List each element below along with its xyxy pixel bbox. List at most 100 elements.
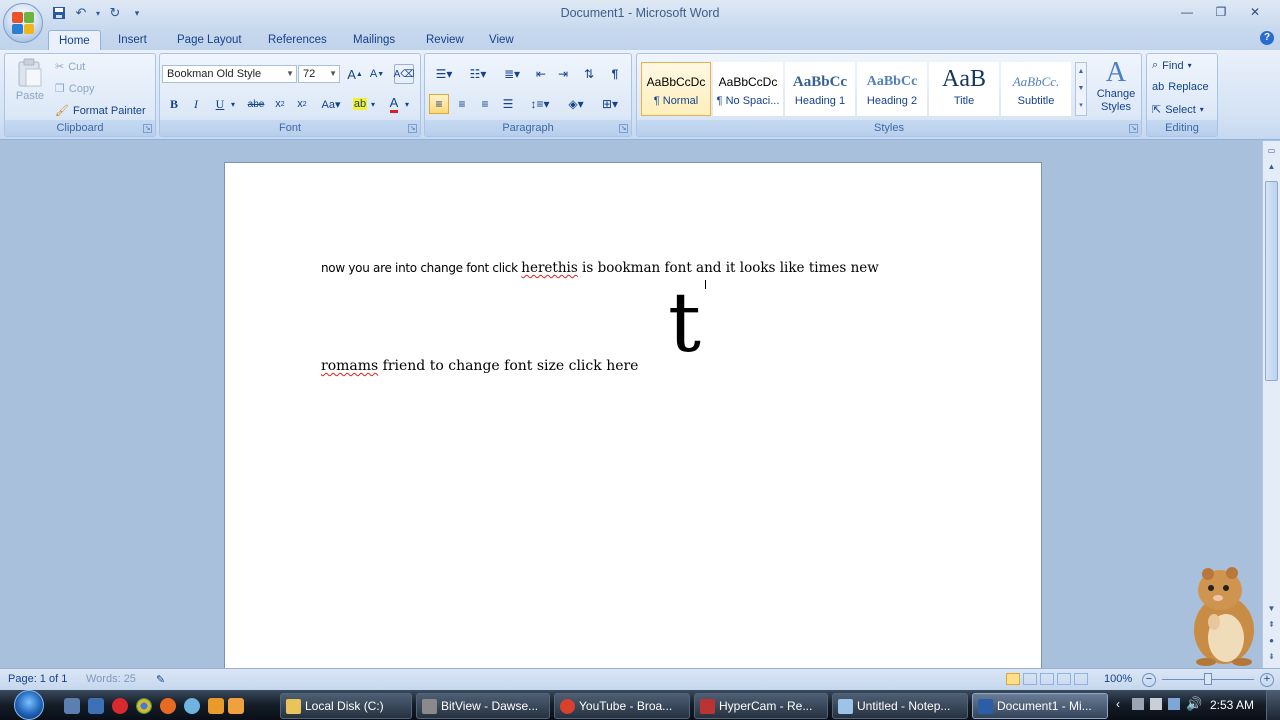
- chevron-down-icon[interactable]: ▼: [1265, 603, 1278, 615]
- messenger-icon[interactable]: [228, 698, 244, 714]
- document-area[interactable]: now you are into change font click heret…: [0, 141, 1262, 668]
- minimize-button[interactable]: —: [1170, 2, 1204, 22]
- taskbar-item-hypercam[interactable]: HyperCam - Re...: [694, 693, 828, 719]
- tab-insert[interactable]: Insert: [108, 30, 157, 50]
- word-count-status[interactable]: Words: 25: [86, 673, 136, 685]
- network-tray-icon[interactable]: [1132, 698, 1144, 710]
- clear-formatting-icon[interactable]: A⌫: [394, 64, 414, 84]
- style-no-spacing[interactable]: AaBbCcDc ¶ No Spaci...: [713, 62, 783, 116]
- bold-icon[interactable]: B: [164, 94, 184, 114]
- zoom-in-icon[interactable]: +: [1260, 673, 1274, 687]
- underline-dropdown-icon[interactable]: ▾: [228, 94, 238, 114]
- italic-icon[interactable]: I: [186, 94, 206, 114]
- bullets-icon[interactable]: ☰▾: [429, 64, 459, 84]
- document-page[interactable]: now you are into change font click heret…: [224, 162, 1042, 668]
- zoom-out-icon[interactable]: −: [1142, 673, 1156, 687]
- change-case-icon[interactable]: Aa▾: [318, 94, 344, 114]
- clipboard-launcher-icon[interactable]: ↘: [143, 124, 152, 133]
- browse-object-icon[interactable]: ●: [1265, 635, 1278, 647]
- decrease-indent-icon[interactable]: ⇤: [531, 64, 551, 84]
- align-right-icon[interactable]: ≡: [475, 94, 495, 114]
- sort-icon[interactable]: ⇅: [579, 64, 599, 84]
- shrink-font-icon[interactable]: A ▼: [367, 64, 387, 84]
- highlight-dropdown-icon[interactable]: ▾: [368, 94, 378, 114]
- misspelled-word[interactable]: romams: [321, 358, 378, 374]
- style-heading-2[interactable]: AaBbCc Heading 2: [857, 62, 927, 116]
- full-screen-reading-icon[interactable]: [1023, 673, 1037, 685]
- proofing-icon[interactable]: ✎: [156, 673, 165, 686]
- tab-home[interactable]: Home: [48, 30, 101, 50]
- style-heading-1[interactable]: AaBbCс Heading 1: [785, 62, 855, 116]
- chrome-icon[interactable]: [136, 698, 152, 714]
- show-formatting-marks-icon[interactable]: ¶: [605, 64, 625, 84]
- font-color-icon[interactable]: A: [384, 94, 404, 114]
- font-size-combo[interactable]: 72 ▼: [298, 65, 340, 83]
- show-desktop-quick-icon[interactable]: [64, 698, 80, 714]
- outline-view-icon[interactable]: [1057, 673, 1071, 685]
- hardware-tray-icon[interactable]: [1150, 698, 1162, 710]
- justify-icon[interactable]: ☰: [498, 94, 518, 114]
- find-button[interactable]: ⌕ Find ▾: [1152, 59, 1192, 72]
- internet-explorer-icon[interactable]: [184, 698, 200, 714]
- zoom-slider-thumb[interactable]: [1204, 673, 1212, 685]
- large-character[interactable]: t: [668, 283, 701, 365]
- align-center-icon[interactable]: ≡: [452, 94, 472, 114]
- tab-review[interactable]: Review: [416, 30, 474, 50]
- show-desktop-button[interactable]: [1266, 690, 1280, 720]
- copy-button[interactable]: ❐ Copy: [55, 82, 95, 96]
- taskbar-item-word[interactable]: Document1 - Mi...: [972, 693, 1108, 719]
- web-layout-icon[interactable]: [1040, 673, 1054, 685]
- line-spacing-icon[interactable]: ↕≡▾: [525, 94, 555, 114]
- document-line-1[interactable]: now you are into change font click heret…: [321, 260, 879, 276]
- underline-icon[interactable]: U: [210, 94, 230, 114]
- chevron-down-icon[interactable]: ▼: [1076, 80, 1086, 97]
- styles-launcher-icon[interactable]: ↘: [1129, 124, 1138, 133]
- scrollbar-thumb[interactable]: [1265, 181, 1278, 381]
- more-styles-icon[interactable]: ▾: [1076, 97, 1086, 114]
- align-left-icon[interactable]: ≡: [429, 94, 449, 114]
- window-switcher-icon[interactable]: [88, 698, 104, 714]
- tray-expand-icon[interactable]: ‹: [1116, 697, 1120, 711]
- highlight-icon[interactable]: ab: [350, 94, 370, 114]
- taskbar-item-bitview[interactable]: BitView - Dawse...: [416, 693, 550, 719]
- font-launcher-icon[interactable]: ↘: [408, 124, 417, 133]
- folder-icon[interactable]: [208, 698, 224, 714]
- cut-button[interactable]: ✂ Cut: [55, 60, 85, 74]
- firefox-icon[interactable]: [160, 698, 176, 714]
- display-tray-icon[interactable]: [1168, 698, 1180, 710]
- close-button[interactable]: ✕: [1238, 2, 1272, 22]
- style-subtitle[interactable]: AaBbCc. Subtitle: [1001, 62, 1071, 116]
- styles-gallery-scroller[interactable]: ▲ ▼ ▾: [1075, 62, 1087, 116]
- shading-icon[interactable]: ◈▾: [561, 94, 591, 114]
- print-layout-view-icon[interactable]: [1006, 673, 1020, 685]
- multilevel-list-icon[interactable]: ≣▾: [497, 64, 527, 84]
- office-button[interactable]: [3, 3, 43, 43]
- opera-icon[interactable]: [112, 698, 128, 714]
- chevron-up-icon[interactable]: ▲: [1265, 161, 1278, 173]
- tab-page-layout[interactable]: Page Layout: [167, 30, 252, 50]
- clock[interactable]: 2:53 AM: [1210, 698, 1254, 712]
- volume-icon[interactable]: 🔊: [1186, 696, 1202, 712]
- subscript-icon[interactable]: x2: [270, 94, 290, 114]
- taskbar-item-notepad[interactable]: Untitled - Notep...: [832, 693, 968, 719]
- font-color-dropdown-icon[interactable]: ▾: [402, 94, 412, 114]
- misspelled-word[interactable]: herethis: [521, 260, 578, 276]
- ruler-toggle-icon[interactable]: ▭: [1265, 145, 1278, 157]
- grow-font-icon[interactable]: A ▲: [345, 64, 365, 84]
- restore-button[interactable]: ❐: [1204, 2, 1238, 22]
- previous-page-icon[interactable]: ⇞: [1265, 619, 1278, 631]
- taskbar-item-youtube[interactable]: YouTube - Broa...: [554, 693, 690, 719]
- zoom-level[interactable]: 100%: [1104, 673, 1132, 685]
- superscript-icon[interactable]: x2: [292, 94, 312, 114]
- document-line-2[interactable]: romams friend to change font size click …: [321, 358, 638, 374]
- paste-button[interactable]: Paste: [11, 58, 49, 118]
- format-painter-button[interactable]: 🖌 Format Painter: [55, 104, 146, 118]
- select-button[interactable]: ⇱ Select ▾: [1152, 103, 1204, 117]
- chevron-up-icon[interactable]: ▲: [1076, 63, 1086, 80]
- paragraph-launcher-icon[interactable]: ↘: [619, 124, 628, 133]
- style-title[interactable]: AaB Title: [929, 62, 999, 116]
- replace-button[interactable]: ab Replace: [1152, 81, 1209, 93]
- font-name-combo[interactable]: Bookman Old Style ▼: [162, 65, 297, 83]
- vertical-scrollbar[interactable]: ▭ ▲ ▼ ⇞ ● ⇟: [1262, 141, 1280, 668]
- tab-view[interactable]: View: [479, 30, 524, 50]
